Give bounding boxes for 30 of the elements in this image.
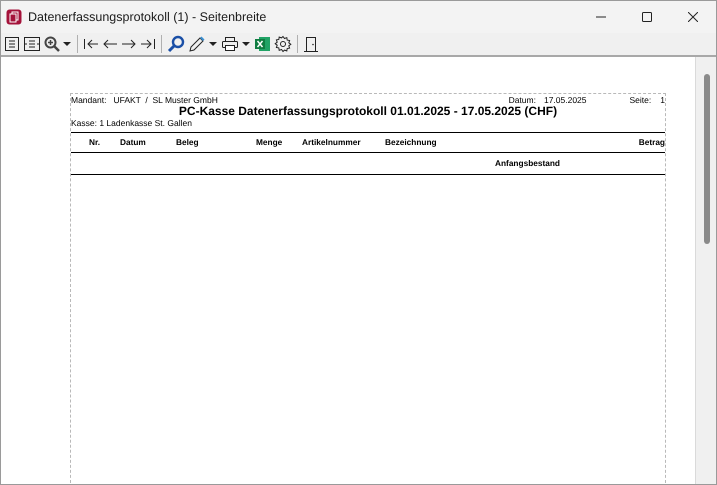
page-width-button[interactable]: [23, 34, 41, 54]
zoom-in-button[interactable]: [44, 34, 60, 54]
window-title: Datenerfassungsprotokoll (1) - Seitenbreite: [28, 8, 266, 26]
register-label: Kasse: 1 Ladenkasse St. Gallen: [71, 116, 192, 130]
search-button[interactable]: [167, 34, 185, 54]
pencil-button[interactable]: [188, 34, 206, 54]
column-header: Datum: [120, 136, 147, 149]
report-title: PC-Kasse Datenerfassungsprotokoll 01.01.2025 - 17.05.2025 (CHF): [178, 105, 558, 118]
column-header: Artikelnummer: [302, 136, 362, 149]
exit-button[interactable]: [303, 34, 319, 54]
spreadsheet-export-button[interactable]: [254, 34, 271, 54]
app-icon: [6, 9, 22, 25]
single-page-button[interactable]: [4, 34, 20, 54]
scrollbar-thumb[interactable]: [704, 74, 710, 244]
print-button[interactable]: [221, 34, 239, 54]
close-icon: [688, 12, 698, 22]
column-header: Menge: [256, 136, 284, 149]
mandant-label: Mandant:: [71, 94, 106, 106]
column-header: Bezeichnung: [385, 136, 438, 149]
date-value: 17.05.2025: [544, 94, 587, 106]
date-label: Datum:: [508, 94, 536, 106]
column-header: Beleg: [176, 136, 200, 149]
mandant-value: UFAKT / SL Muster GmbH: [113, 94, 218, 106]
maximize-icon: [642, 12, 652, 22]
table-cell: Anfangsbestand: [495, 157, 560, 170]
page-label: Seite:: [630, 94, 652, 106]
column-header: Betrag: [638, 136, 665, 149]
column-header: Nr.: [89, 136, 102, 149]
settings-button[interactable]: [274, 34, 292, 54]
page-number: 1: [660, 94, 665, 106]
